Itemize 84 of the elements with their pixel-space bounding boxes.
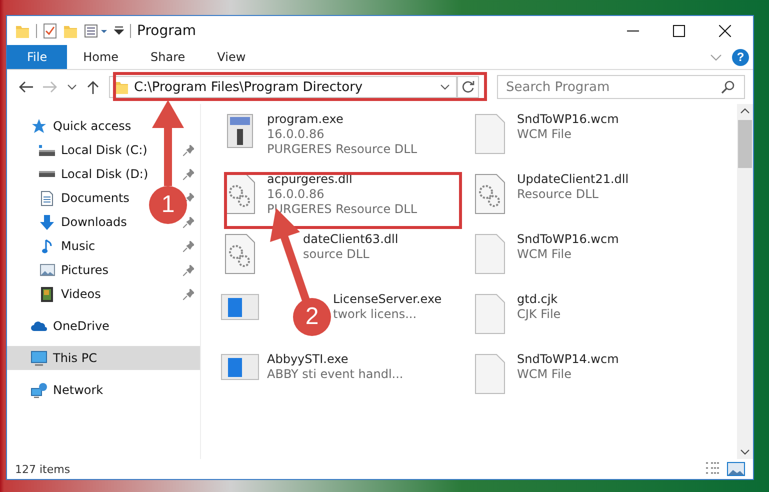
gear-file-icon [225, 234, 255, 274]
details-view-icon[interactable] [705, 462, 721, 474]
ribbon-tab[interactable]: Home [67, 45, 135, 69]
maximize-icon[interactable] [673, 24, 685, 36]
sidebar-item[interactable]: Local Disk (D:) [61, 167, 148, 181]
drive-icon [39, 171, 55, 177]
gear-file-icon [225, 174, 255, 214]
scrollbar[interactable] [737, 104, 753, 459]
close-icon[interactable] [719, 24, 731, 36]
sidebar-item[interactable]: OneDrive [53, 319, 110, 333]
help-button[interactable]: ? [732, 48, 749, 66]
sidebar-item[interactable]: Network [53, 383, 104, 397]
window-title: Program [137, 22, 196, 38]
file-detail: Resource DLL [517, 187, 600, 201]
refresh-icon [461, 80, 475, 94]
sidebar-item[interactable]: Pictures [61, 263, 109, 277]
chevron-down-icon [740, 449, 750, 455]
file-detail: 16.0.0.86 [267, 127, 326, 141]
file-detail: twork licens... [333, 307, 418, 321]
window-icon [221, 354, 259, 380]
program-icon [227, 114, 253, 148]
file-detail: PURGERES Resource DLL [267, 142, 418, 156]
file-icon [475, 234, 505, 274]
file-icon [475, 354, 505, 394]
chevron-down-icon[interactable] [440, 84, 450, 90]
file-name: dateClient63.dll [303, 232, 398, 246]
file-name: LicenseServer.exe [333, 292, 442, 306]
file-name: acpurgeres.dll [267, 172, 354, 186]
network-icon [31, 382, 47, 398]
file-detail: WCM File [517, 127, 572, 141]
file-detail: source DLL [303, 247, 370, 261]
properties-icon[interactable] [84, 24, 108, 38]
chevron-up-icon [740, 108, 750, 114]
dropdown-icon[interactable] [114, 26, 124, 35]
file-icon [475, 114, 505, 154]
search-field[interactable]: Search Program [497, 75, 745, 99]
file-name: SndToWP16.wcm [517, 232, 619, 246]
gear-file-icon [475, 174, 505, 214]
ribbon-tab[interactable]: Share [134, 45, 202, 69]
file-detail: WCM File [517, 247, 572, 261]
back-arrow-icon[interactable] [19, 81, 33, 93]
file-name: SndToWP16.wcm [517, 112, 619, 126]
file-detail: CJK File [517, 307, 561, 321]
ribbon-tab[interactable]: View [201, 45, 262, 69]
sidebar-item[interactable]: Local Disk (C:) [61, 143, 148, 157]
sidebar-item[interactable]: Downloads [61, 215, 127, 229]
refresh-button[interactable] [457, 76, 479, 98]
item-count: 127 items [15, 462, 70, 476]
file-icon [475, 294, 505, 334]
monitor-icon [31, 350, 47, 366]
sidebar-item[interactable]: This PC [53, 351, 97, 365]
file-name: SndToWP14.wcm [517, 352, 619, 366]
ribbon-tab[interactable]: File [7, 45, 68, 69]
sidebar-item[interactable]: Quick access [53, 119, 132, 133]
search-icon [721, 80, 735, 94]
file-name: program.exe [267, 112, 344, 126]
star-icon [31, 118, 47, 134]
scrollbar-thumb[interactable] [738, 120, 752, 168]
minimize-icon[interactable] [627, 30, 639, 32]
picture-icon [40, 264, 54, 276]
music-note-icon [42, 238, 52, 254]
file-detail: ABBY sti event handl... [267, 367, 404, 381]
up-arrow-icon[interactable] [87, 80, 99, 94]
folder-icon [114, 80, 129, 94]
drive-icon [39, 144, 55, 156]
file-detail: PURGERES Resource DLL [267, 202, 418, 216]
cloud-icon [31, 321, 47, 331]
sidebar-item[interactable]: Music [61, 239, 96, 253]
file-name: gtd.cjk [517, 292, 559, 306]
file-detail: 16.0.0.86 [267, 187, 326, 201]
chevron-down-icon[interactable] [67, 84, 77, 90]
thumbnail-view-icon[interactable] [727, 462, 745, 476]
film-icon [41, 286, 53, 302]
sidebar-item[interactable]: Videos [61, 287, 101, 301]
file-name: AbbyySTI.exe [267, 352, 350, 366]
download-arrow-icon [40, 214, 54, 230]
address-bar[interactable]: C:\Program Files\Program Directory [109, 76, 457, 98]
sidebar-item[interactable]: Documents [61, 191, 130, 205]
file-detail: WCM File [517, 367, 572, 381]
window-icon [221, 294, 259, 320]
checklist-icon[interactable] [43, 22, 57, 38]
document-icon [41, 190, 53, 206]
address-path: C:\Program Files\Program Directory [134, 80, 364, 94]
file-name: UpdateClient21.dll [517, 172, 629, 186]
